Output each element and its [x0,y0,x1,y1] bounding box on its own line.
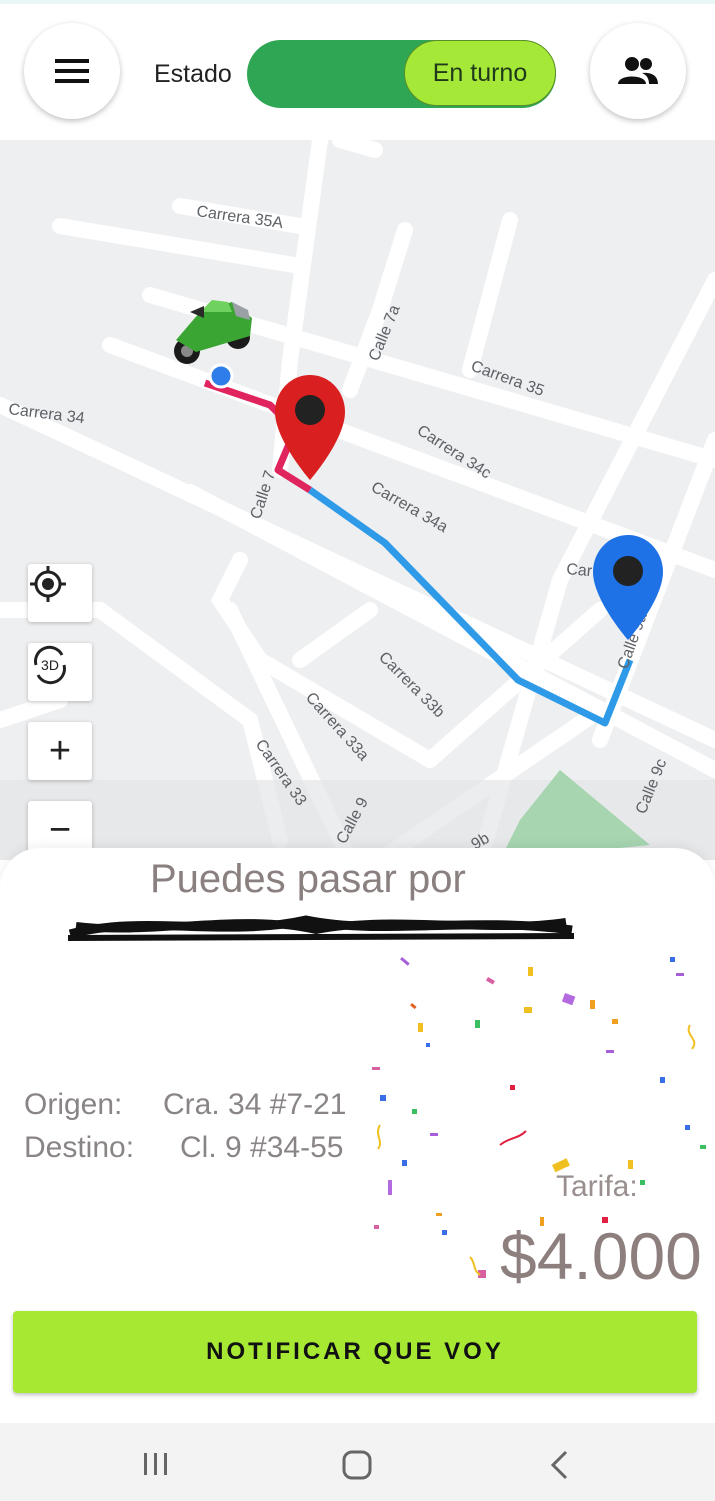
fare-value: $4.000 [500,1219,702,1293]
recent-apps-icon[interactable] [142,1451,170,1477]
system-nav-bar [0,1423,715,1501]
home-icon[interactable] [342,1450,372,1480]
users-button[interactable] [590,23,686,119]
my-location-button[interactable] [28,564,92,622]
shift-status-toggle[interactable]: En turno [247,40,556,108]
crosshair-icon [30,566,66,602]
origin-label: Origen: [24,1088,123,1121]
top-bar: Estado En turno [0,0,715,140]
route-map[interactable]: Carrera 35A Calle 7a Carrera 35 Carrera … [0,140,715,860]
back-icon[interactable] [548,1450,570,1480]
svg-text:Carrera 34a: Carrera 34a [368,479,451,536]
menu-button[interactable] [24,23,120,119]
zoom-in-button[interactable]: + [28,722,92,780]
3d-label: 3D [41,657,59,673]
3d-view-button[interactable]: 3D [28,643,92,701]
svg-text:Carrera 33b: Carrera 33b [375,649,447,721]
rotate-3d-icon: 3D [34,645,66,685]
hamburger-menu-icon [55,59,89,83]
destination-label: Destino: [24,1131,135,1164]
redacted-name-scribble [67,915,575,941]
people-icon [618,57,658,84]
map-canvas: Carrera 35A Calle 7a Carrera 35 Carrera … [0,140,715,860]
pickup-heading: Puedes pasar por [150,857,466,901]
svg-text:Calle 7: Calle 7 [248,469,280,522]
origin-address: Cra. 34 #7-21 [163,1088,347,1121]
toggle-knob-label: En turno [404,40,556,106]
svg-text:Car: Car [566,561,594,580]
fare-label: Tarifa: [556,1170,638,1203]
svg-text:Carrera 35A: Carrera 35A [195,203,284,232]
destination-address: Cl. 9 #34-55 [180,1131,344,1164]
status-label: Estado [154,60,232,88]
current-location-dot [208,363,234,389]
notify-going-button[interactable]: NOTIFICAR QUE VOY [13,1311,697,1393]
